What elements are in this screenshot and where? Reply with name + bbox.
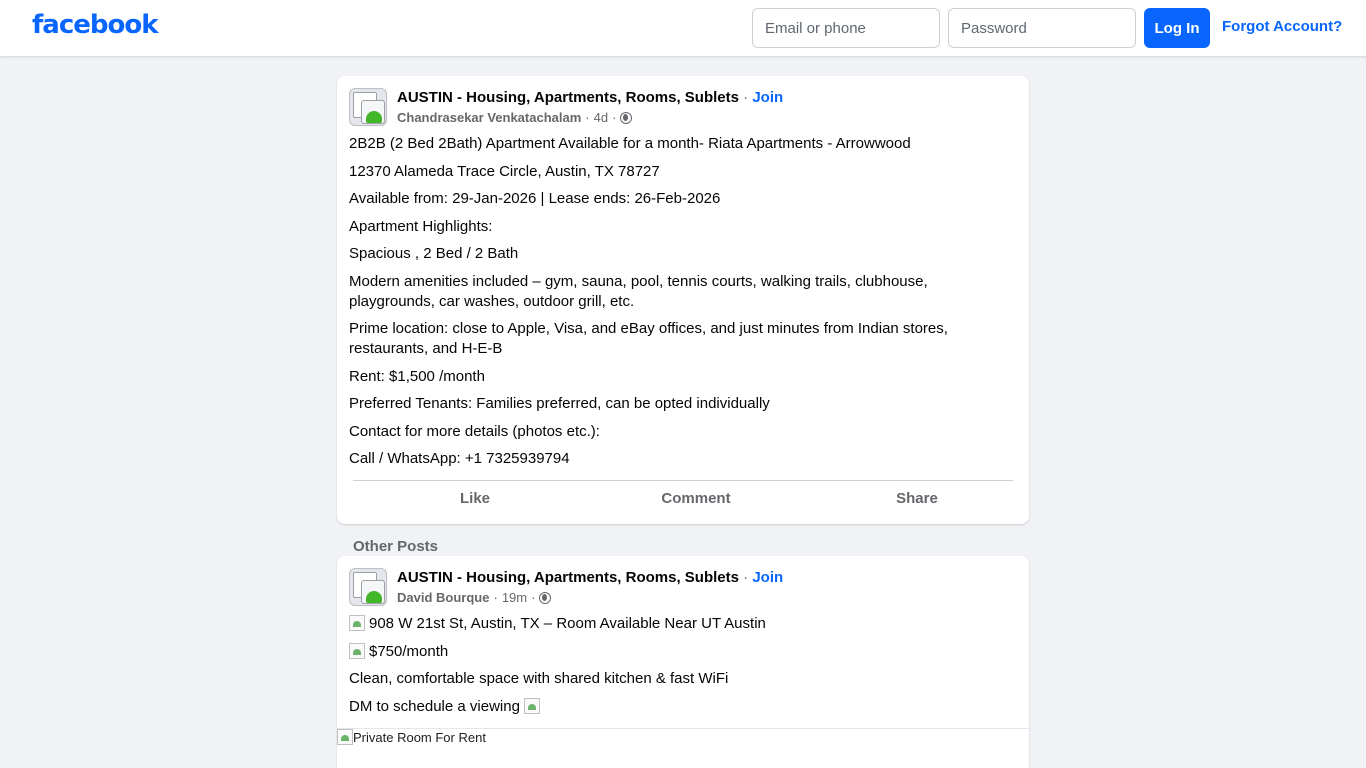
group-avatar[interactable] [349, 88, 387, 126]
post-line: Available from: 29-Jan-2026 | Lease ends… [349, 190, 721, 207]
post-header: AUSTIN - Housing, Apartments, Rooms, Sub… [397, 569, 784, 586]
post-line: Spacious , 2 Bed / 2 Bath [349, 245, 519, 262]
emoji-image-icon [524, 697, 541, 714]
post-header: AUSTIN - Housing, Apartments, Rooms, Sub… [397, 89, 784, 106]
author-name[interactable]: David Bourque [397, 590, 489, 605]
post-image[interactable]: Private Room For Rent [337, 728, 1029, 768]
post-line: Rent: $1,500 /month [349, 367, 485, 385]
group-avatar[interactable] [349, 568, 387, 606]
post-line: 12370 Alameda Trace Circle, Austin, TX 7… [349, 162, 660, 180]
login-button[interactable]: Log In [1144, 8, 1210, 48]
like-button[interactable]: Like [365, 490, 585, 512]
post-body: 2B2B (2 Bed 2Bath) Apartment Available f… [349, 134, 1017, 477]
post-timestamp[interactable]: 19m [502, 590, 527, 605]
post-line: Clean, comfortable space with shared kit… [349, 670, 729, 687]
post-line: 908 W 21st St, Austin, TX – Room Availab… [369, 615, 766, 632]
forgot-account-link[interactable]: Forgot Account? [1222, 18, 1342, 35]
email-field[interactable] [752, 8, 940, 48]
post-line: Contact for more details (photos etc.): [349, 422, 600, 440]
password-field[interactable] [948, 8, 1136, 48]
post-body: 908 W 21st St, Austin, TX – Room Availab… [349, 614, 1017, 724]
post-line: Prime location: close to Apple, Visa, an… [349, 320, 948, 357]
facebook-logo[interactable]: facebook [32, 10, 159, 40]
post-line: $750/month [369, 642, 449, 660]
group-name-link[interactable]: AUSTIN - Housing, Apartments, Rooms, Sub… [397, 569, 739, 586]
post-meta: Chandrasekar Venkatachalam · 4d · [397, 110, 633, 125]
join-group-link[interactable]: Join [752, 569, 783, 586]
emoji-image-icon [349, 615, 365, 631]
post-meta: David Bourque · 19m · [397, 590, 552, 605]
post-timestamp[interactable]: 4d [594, 110, 608, 125]
post-line: Apartment Highlights: [349, 217, 493, 235]
image-alt-text: Private Room For Rent [353, 730, 486, 745]
broken-image-icon [337, 729, 353, 745]
action-divider [353, 480, 1013, 481]
top-navigation-bar: facebook Log In Forgot Account? [0, 0, 1366, 56]
post-line: Call / WhatsApp: +1 7325939794 [349, 450, 570, 467]
group-name-link[interactable]: AUSTIN - Housing, Apartments, Rooms, Sub… [397, 89, 739, 106]
join-group-link[interactable]: Join [752, 89, 783, 106]
comment-button[interactable]: Comment [586, 490, 806, 512]
globe-icon [539, 591, 552, 604]
post-line: Preferred Tenants: Families preferred, c… [349, 395, 770, 412]
post-card: AUSTIN - Housing, Apartments, Rooms, Sub… [337, 76, 1029, 524]
post-line: 2B2B (2 Bed 2Bath) Apartment Available f… [349, 135, 911, 152]
post-card: AUSTIN - Housing, Apartments, Rooms, Sub… [337, 556, 1029, 768]
other-posts-heading: Other Posts [353, 538, 439, 555]
share-button[interactable]: Share [807, 490, 1027, 512]
emoji-image-icon [349, 642, 365, 659]
post-line: DM to schedule a viewing [349, 697, 520, 715]
author-name[interactable]: Chandrasekar Venkatachalam [397, 110, 581, 125]
post-line: Modern amenities included – gym, sauna, … [349, 272, 928, 310]
globe-icon [620, 111, 633, 124]
